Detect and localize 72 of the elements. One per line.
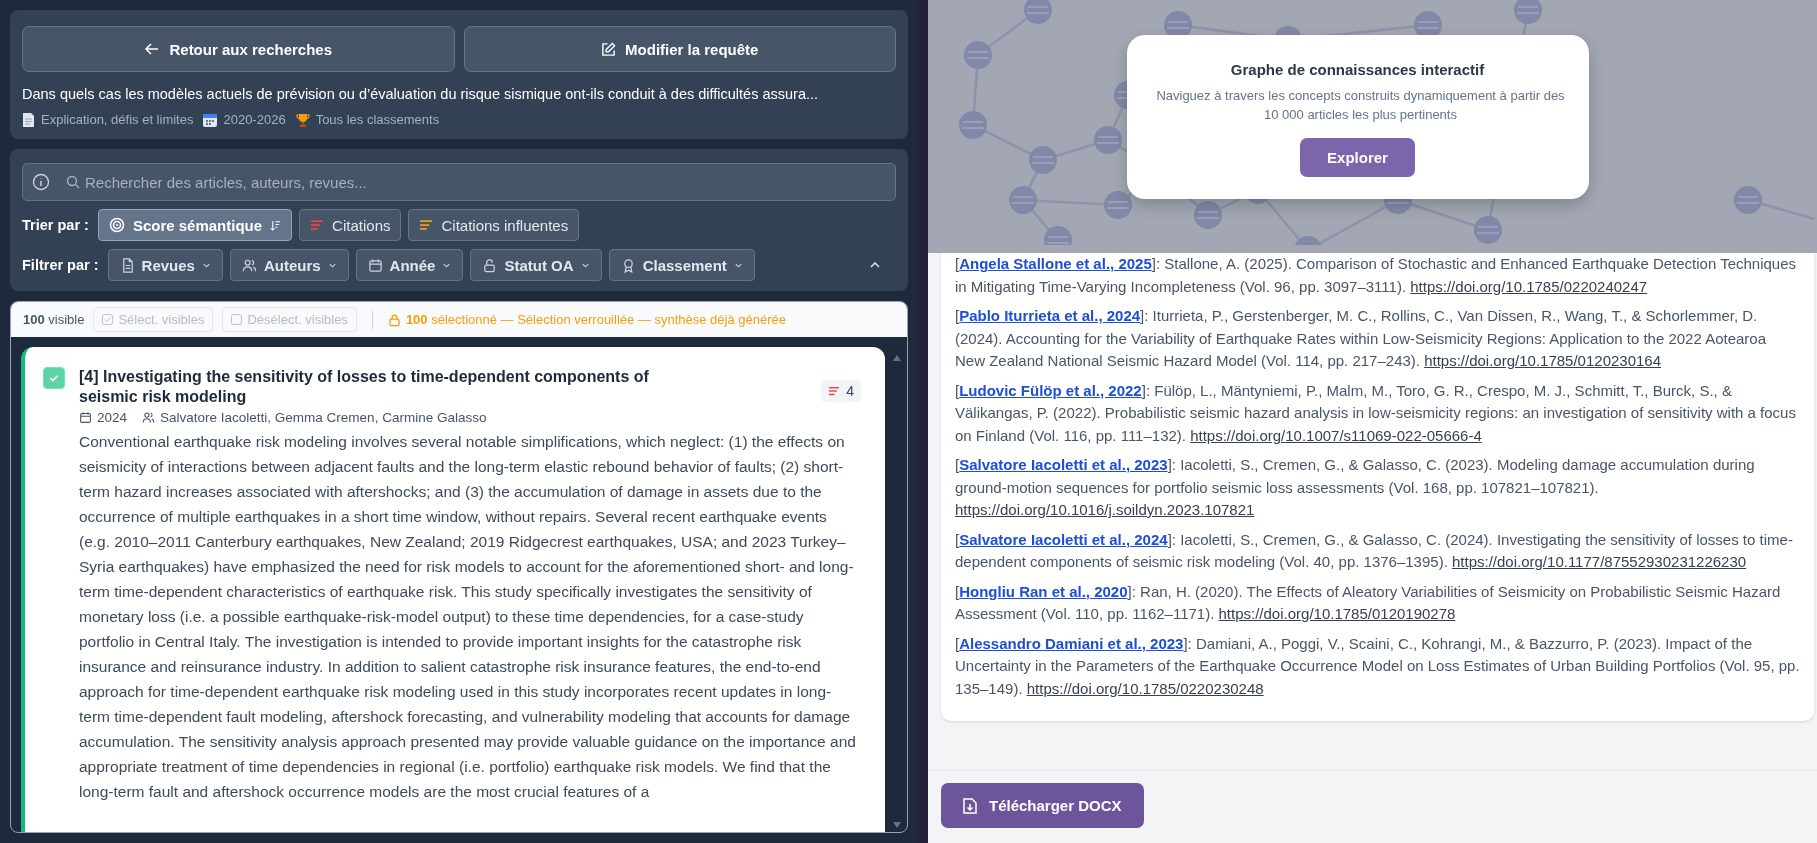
sort-option[interactable]: Citations (299, 209, 402, 241)
reference-entry: [Ludovic Fülöp et al., 2022]: Fülöp, L., Mäntyniemi, P., Malm, M., Toro, G. R., Crespo, M. J., Schmitt, T., Burck, S., & Välikangas, P. (2022). Probabilistic seismic hazard analysis in low-seismicity regions: an investigation of sensitivity with a focus on Finland (Vol. 116, pp. 111–132). https://doi.org/10.1007/s11069-022-05666-4 (955, 380, 1797, 446)
arrow-left-icon (144, 41, 161, 57)
calendar-icon (203, 112, 218, 127)
citation-link[interactable]: Ludovic Fülöp et al., 2022 (959, 381, 1142, 399)
citation-link[interactable]: Pablo Iturrieta et al., 2024 (959, 307, 1141, 324)
query-text: Dans quels cas les modèles actuels de prévision ou d’évaluation du risque sismique ont-ils conduit à des difficultés assura... (22, 86, 820, 102)
sort-option[interactable]: Citations influentes (408, 209, 580, 241)
target-icon (108, 217, 125, 233)
selection-lock-message: 100 sélectionné — Sélection verrouillée — synthèse déjà générée (405, 312, 786, 327)
citation-link[interactable]: Hongliu Ran et al., 2020 (959, 582, 1128, 600)
query-tag: Tous les classements (315, 112, 440, 127)
bars-icon (419, 218, 434, 232)
doi-link[interactable]: https://doi.org/10.1007/s11069-022-05666-4 (1190, 426, 1482, 444)
query-tag: 2020-2026 (223, 112, 286, 127)
citation-link[interactable]: Angela Stallone et al., 2025 (959, 255, 1152, 272)
visible-count: 100 visible (23, 312, 85, 327)
filter-dropdown[interactable]: Statut OA (470, 249, 602, 281)
sort-option[interactable]: Score sémantique (97, 209, 293, 241)
sort-label: Trier par : (22, 217, 89, 233)
checkbox-icon (102, 314, 114, 325)
reference-entry: [Alessandro Damiani et al., 2023]: Damiani, A., Poggi, V., Scaini, C., Kohrangi, M., & Bazzurro, P. (2023). Impact of the Uncertainty in the Parameters of the Earthquake Occurrence Model on Loss Estimates of Urban Building Portfolios (Vol. 95, pp. 135–149). https://doi.org/10.1785/0220230248 (955, 633, 1800, 699)
padlock-icon (482, 257, 498, 273)
file-download-icon (963, 797, 977, 814)
doi-link[interactable]: https://doi.org/10.1785/0220240247 (1410, 277, 1648, 295)
filter-dropdown[interactable]: Revues (107, 249, 223, 281)
filter-label: Filtrer par : (22, 257, 99, 273)
doi-link[interactable]: https://doi.org/10.1177/87552930231226230 (1452, 553, 1747, 570)
filter-dropdown[interactable]: Auteurs (229, 249, 349, 281)
explore-button[interactable]: Explorer (1300, 137, 1415, 177)
reference-entry: [Pablo Iturrieta et al., 2024]: Iturrieta, P., Gerstenberger, M. C., Rollins, C., Van Dissen, R., Wang, T., & Schorlemmer, D. (2024). Accounting for the Variability of Earthquake Rates within Low-Seismicity Regions: Application to the 2022 Aotearoa New Zealand National Seismic Hazard Model (Vol. 114, pp. 217–243). https://doi.org/10.1785/0120230164 (955, 306, 1768, 371)
edit-query-button[interactable]: Modifier la requête (463, 26, 896, 72)
article-checkbox[interactable] (43, 367, 65, 389)
doi-link[interactable]: https://doi.org/10.1785/0120230164 (1424, 352, 1662, 369)
download-docx-button[interactable]: Télécharger DOCX (941, 783, 1144, 828)
checkbox-icon (231, 314, 243, 325)
graph-title: Graphe de connaissances interactif (1229, 60, 1486, 78)
bars-icon (310, 218, 325, 232)
scroll-up-icon[interactable] (893, 355, 901, 361)
users-icon (241, 257, 257, 273)
users-icon (142, 411, 156, 424)
reference-entry: [Salvatore Iacoletti et al., 2024]: Iacoletti, S., Cremen, G., & Galasso, C. (2024). Investigating the sensitivity of losses to time-dependent components of seismic risk modeling (Vol. 40, pp. 1376–1395). https://doi.org/10.1177/87552930231226230 (955, 529, 1794, 572)
doi-link[interactable]: https://doi.org/10.1785/0220230248 (1026, 679, 1264, 697)
edit-icon (601, 41, 617, 57)
doi-link[interactable]: https://doi.org/10.1016/j.soildyn.2023.107821 (955, 501, 1255, 518)
back-button[interactable]: Retour aux recherches (22, 26, 455, 72)
reference-entry: [Salvatore Iacoletti et al., 2023]: Iacoletti, S., Cremen, G., & Galasso, C. (2023). Modeling damage accumulation during ground-motion sequences for portfolio seismic loss assessments (Vol. 168, pp. 107821–107821). https://doi.org/10.1016/j.soildyn.2023.107821 (955, 455, 1756, 520)
citation-count: 4 (846, 383, 854, 399)
graph-description: Naviguez à travers les concepts construits dynamiquement à partir des 10 000 articles les plus pertinents (1155, 86, 1566, 124)
filter-dropdown[interactable]: Année (355, 249, 464, 281)
doi-link[interactable]: https://doi.org/10.1785/0120190278 (1218, 605, 1456, 622)
reference-entry: [Hongliu Ran et al., 2020]: Ran, H. (2020). The Effects of Aleatory Variabilities of Seismicity on Probabilistic Seismic Hazard Assessment (Vol. 110, pp. 1162–1171). https://doi.org/10.1785/0120190278 (955, 581, 1782, 624)
filter-dropdown[interactable]: Classement (608, 249, 755, 281)
search-icon (66, 175, 80, 189)
article-abstract: Conventional earthquake risk modeling involves several notable simplifications, which neglect: (1) the effects on seismicity of interactions between adjacent faults and the long-term elastic rebound behavior of faults; (2) short-term hazard increases associated with aftershocks; and (3) the accumulation of damage in assets due to the occurrence of multiple earthquakes in a short time window, without repairs. Several recent earthquake events (e.g. 2010–2011 Canterbury earthquakes, New Zealand; 2019 Ridgecrest earthquakes, USA; and 2023 Turkey–Syria earthquakes) have emphasized the need for risk models to account for the aforementioned short- and long-term time-dependent characteristics of earthquake risk. This study specifically investigates the sensitivity of monetary loss (i.e. a possible earthquake-risk-model output) to these time dependencies, for a case-study portfolio in Central Italy. The investigation is intended to provide important insights for the catastrophe risk insurance and reinsurance industry. In addition to salient catastrophe risk insurance features, the end-to-end approach for time-dependent earthquake risk modeling used in this study incorporates recent updates in long-term time-dependent fault modeling, aftershock forecasting, and vulnerability modeling that accounts for damage accumulation. The sensitivity analysis approach presented may provide valuable guidance on the importance and appropriate treatment of time dependencies in regional (i.e. portfolio) earthquake risk models. We find that the long-term fault and aftershock occurrence models are the most crucial features of a (79, 432, 857, 802)
calendar-icon (367, 257, 383, 273)
article-authors: Salvatore Iacoletti, Gemma Cremen, Carmine Galasso (160, 410, 487, 425)
info-icon (32, 173, 50, 191)
search-field[interactable]: Rechercher des articles, auteurs, revues... (22, 163, 896, 201)
citation-link[interactable]: Salvatore Iacoletti et al., 2024 (959, 530, 1168, 548)
calendar-icon (79, 411, 92, 424)
article-title[interactable]: [4] Investigating the sensitivity of losses to time-dependent components of seismic risk modeling (79, 367, 689, 407)
padlock-icon (387, 312, 401, 327)
sort-descending-icon (270, 219, 282, 231)
scroll-down-icon[interactable] (893, 822, 901, 828)
reference-entry: [Angela Stallone et al., 2025]: Stallone, A. (2025). Comparison of Stochastic and Enhanced Earthquake Detection Techniques in Mitigating Time-Varying Incompleteness (Vol. 96, pp. 3097–3111). https://doi.org/10.1785/0220240247 (955, 254, 1798, 297)
citation-link[interactable]: Salvatore Iacoletti et al., 2023 (959, 456, 1168, 473)
article-year: 2024 (97, 410, 128, 425)
query-tag: Explication, défis et limites (41, 112, 194, 127)
trophy-icon (295, 112, 310, 127)
bars-icon (828, 385, 841, 397)
document-icon (22, 112, 35, 127)
